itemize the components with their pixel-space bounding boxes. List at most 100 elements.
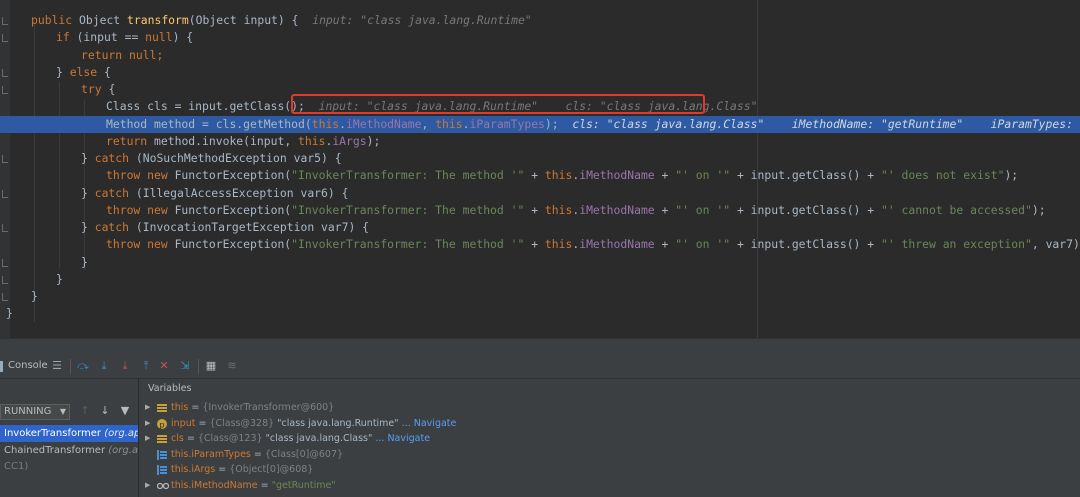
code-token: ;: [156, 48, 164, 62]
code-token: }: [56, 272, 63, 286]
step-out-icon[interactable]: ⤒: [139, 359, 153, 373]
code-token: );: [366, 134, 381, 148]
drop-frame-icon[interactable]: ✕: [157, 359, 171, 373]
variable-row[interactable]: this.iParamTypes = {Class[0]@607}: [139, 447, 1080, 463]
code-editor[interactable]: public Object transform(Object input) { …: [0, 0, 1080, 338]
expand-arrow-icon[interactable]: ▶: [145, 431, 150, 447]
code-line[interactable]: } else {: [0, 64, 1080, 81]
code-token: this: [544, 203, 573, 217]
code-line[interactable]: }: [0, 288, 1080, 305]
code-text: } else {: [56, 64, 111, 81]
code-token: + input.getClass() +: [730, 237, 881, 251]
fold-marker-icon[interactable]: [2, 190, 8, 198]
trace-icon[interactable]: ≋: [225, 359, 239, 373]
toolbar-separator: [198, 359, 199, 374]
array-icon: [157, 465, 167, 475]
frame-method: ChainedTransformer: [4, 445, 109, 456]
code-line[interactable]: throw new FunctorException("InvokerTrans…: [0, 236, 1080, 253]
panel-splitter[interactable]: [0, 338, 1080, 356]
expand-arrow-icon[interactable]: ▶: [145, 400, 150, 416]
variable-name: this.iMethodName: [171, 480, 258, 491]
fold-marker-icon[interactable]: [2, 86, 8, 94]
code-token: );: [1031, 203, 1046, 217]
variable-row[interactable]: ▶ p input = {Class@328} "class java.lang.R…: [139, 416, 1080, 432]
variable-equals: =: [250, 449, 265, 460]
variable-equals: =: [215, 464, 230, 475]
code-token: +: [654, 168, 676, 182]
code-line[interactable]: public Object transform(Object input) { …: [0, 12, 1080, 29]
code-line[interactable]: }: [0, 254, 1080, 271]
fold-marker-icon[interactable]: [2, 293, 8, 301]
code-token: }: [81, 255, 88, 269]
code-token: this: [311, 117, 340, 131]
chevron-down-icon: ▼: [59, 407, 66, 416]
frame-method: InvokerTransformer: [4, 428, 105, 439]
code-line[interactable]: throw new FunctorException("InvokerTrans…: [0, 202, 1080, 219]
navigate-link[interactable]: ... Navigate: [372, 433, 430, 444]
console-tab[interactable]: Console: [8, 360, 48, 371]
fold-marker-icon[interactable]: [2, 259, 8, 267]
code-line[interactable]: return null;: [0, 47, 1080, 64]
navigate-link[interactable]: ... Navigate: [399, 418, 457, 429]
fold-marker-icon[interactable]: [2, 224, 8, 232]
code-line[interactable]: }: [0, 305, 1080, 322]
variable-value: "getRuntime": [271, 480, 336, 491]
fold-marker-icon[interactable]: [2, 69, 8, 77]
frame-package: (org.apa: [108, 445, 138, 456]
fold-marker-icon[interactable]: [2, 34, 8, 42]
code-token: }: [81, 186, 95, 200]
annotation-highlight-box: [291, 94, 705, 114]
fold-marker-icon[interactable]: [2, 276, 8, 284]
variable-equals: =: [195, 418, 210, 429]
code-token: iParamTypes: [469, 117, 545, 131]
code-token: this: [435, 117, 463, 131]
variable-value: "class java.lang.Class": [265, 433, 373, 444]
stack-frame[interactable]: CC1): [0, 458, 138, 475]
code-token: (InvocationTargetException var7) {: [135, 220, 370, 234]
filter-icon[interactable]: ▼: [119, 405, 131, 417]
fold-marker-icon[interactable]: [2, 17, 8, 25]
svg-text:p: p: [159, 421, 164, 430]
code-line[interactable]: return method.invoke(input, this.iArgs);: [0, 133, 1080, 150]
code-line[interactable]: throw new FunctorException("InvokerTrans…: [0, 167, 1080, 184]
code-token: + input.getClass() +: [730, 203, 881, 217]
code-text: throw new FunctorException("InvokerTrans…: [106, 236, 1080, 253]
run-to-cursor-icon[interactable]: ⇲: [178, 359, 192, 373]
arrow-down-icon[interactable]: ↓: [99, 405, 111, 417]
code-line[interactable]: if (input == null) {: [0, 29, 1080, 46]
fold-marker-icon[interactable]: [2, 155, 8, 163]
variable-row[interactable]: ▶ this = {InvokerTransformer@600}: [139, 400, 1080, 416]
thread-selector[interactable]: RUNNING ▼: [0, 404, 70, 420]
code-token: if: [56, 30, 77, 44]
code-line[interactable]: } catch (IllegalAccessException var6) {: [0, 185, 1080, 202]
code-text: }: [6, 305, 13, 322]
code-token: "InvokerTransformer: The method '": [291, 237, 525, 251]
step-over-icon[interactable]: ⤼: [76, 359, 90, 373]
variable-row[interactable]: ▶ cls = {Class@123} "class java.lang.Clas…: [139, 431, 1080, 447]
variable-text: this = {InvokerTransformer@600}: [171, 400, 334, 416]
code-token: "' on '": [675, 203, 731, 217]
variable-text: this.iMethodName = "getRuntime": [171, 478, 336, 494]
code-line[interactable]: } catch (InvocationTargetException var7)…: [0, 219, 1080, 236]
debug-toolbar: Console ☰ ⤼ ⤓ ⤓ ⤒ ✕ ⇲ ▦ ≋: [0, 355, 1080, 379]
variable-text: this.iArgs = {Object[0]@608}: [171, 462, 313, 478]
variable-equals: =: [183, 433, 198, 444]
code-token: , var7);: [1031, 237, 1080, 251]
variable-row[interactable]: this.iArgs = {Object[0]@608}: [139, 462, 1080, 478]
code-line[interactable]: }: [0, 271, 1080, 288]
step-into-icon[interactable]: ⤓: [97, 359, 111, 373]
evaluate-expression-icon[interactable]: ▦: [204, 359, 218, 373]
code-token: }: [81, 151, 95, 165]
menu-lines-icon[interactable]: ☰: [50, 359, 64, 373]
force-step-into-icon[interactable]: ⤓: [118, 359, 132, 373]
code-line[interactable]: } catch (NoSuchMethodException var5) {: [0, 150, 1080, 167]
stack-frame[interactable]: InvokerTransformer (org.apa: [0, 425, 138, 442]
expand-arrow-icon[interactable]: ▶: [145, 478, 150, 494]
code-token: Object: [79, 13, 128, 27]
arrow-up-icon[interactable]: ↑: [79, 405, 91, 417]
variable-row[interactable]: ▶ this.iMethodName = "getRuntime": [139, 478, 1080, 494]
expand-arrow-icon[interactable]: ▶: [145, 416, 150, 432]
code-line-current[interactable]: Method method = cls.getMethod(this.iMeth…: [0, 116, 1080, 133]
stack-frame[interactable]: ChainedTransformer (org.apa: [0, 442, 138, 459]
code-token: "InvokerTransformer: The method '": [291, 203, 525, 217]
